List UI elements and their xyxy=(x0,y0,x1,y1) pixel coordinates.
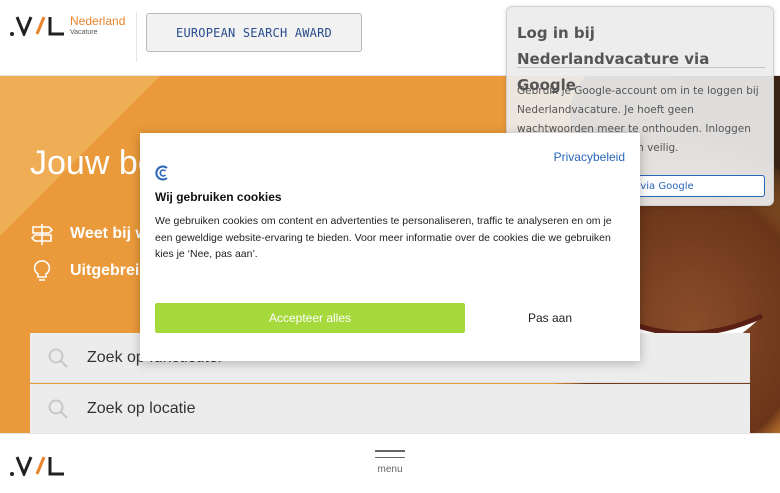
location-search-input[interactable] xyxy=(87,399,687,418)
logo-name: Nederland xyxy=(70,13,126,28)
lightbulb-icon xyxy=(33,260,51,281)
cookie-consent-dialog: Privacybeleid Wij gebruiken cookies We g… xyxy=(140,133,640,361)
footer-logo-icon[interactable] xyxy=(10,454,66,476)
hero-usp-1: Weet bij w xyxy=(30,222,148,246)
signpost-icon xyxy=(30,224,54,245)
logo-mark-icon xyxy=(10,16,64,36)
hero-title: Jouw be xyxy=(30,144,157,182)
logo-sub: Vacature xyxy=(70,28,98,36)
hamburger-icon-line xyxy=(375,456,405,458)
search-icon xyxy=(48,399,68,419)
hero-usp-2: Uitgebrei xyxy=(30,259,139,283)
hero-usp-1-text: Weet bij w xyxy=(70,225,148,242)
accept-all-cookies-button[interactable]: Accepteer alles xyxy=(155,303,465,333)
header-divider xyxy=(136,12,137,62)
google-popup-divider xyxy=(517,67,765,68)
customize-cookies-button[interactable]: Pas aan xyxy=(485,303,615,333)
privacy-policy-link[interactable]: Privacybeleid xyxy=(554,150,625,164)
menu-button[interactable]: menu xyxy=(368,450,412,484)
cookie-provider-logo-icon xyxy=(155,165,168,181)
hamburger-icon xyxy=(375,450,405,452)
award-button-label: EUROPEAN SEARCH AWARD xyxy=(176,25,332,40)
location-search-field[interactable] xyxy=(30,384,750,434)
menu-label: menu xyxy=(377,464,403,475)
site-logo[interactable]: Nederland Vacature xyxy=(10,14,125,36)
logo-wordmark: Nederland Vacature xyxy=(70,15,125,36)
search-icon xyxy=(48,348,68,368)
cookie-title: Wij gebruiken cookies xyxy=(155,190,282,204)
hero-usp-2-text: Uitgebrei xyxy=(70,262,140,279)
bottom-bar: menu xyxy=(0,433,780,493)
cookie-body: We gebruiken cookies om content en adver… xyxy=(155,215,612,260)
european-search-award-button[interactable]: EUROPEAN SEARCH AWARD xyxy=(146,13,362,52)
